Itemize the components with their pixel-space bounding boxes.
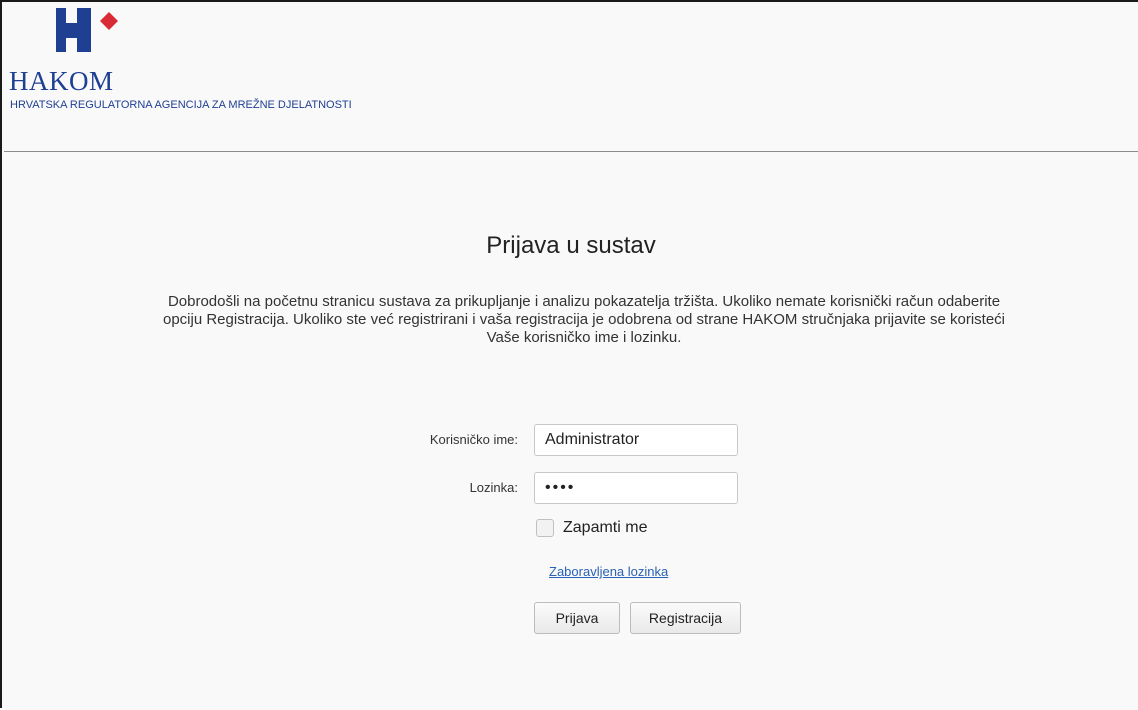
welcome-text: Dobrodošli na početnu stranicu sustava z… [64, 293, 1104, 347]
welcome-line-2: opciju Registracija. Ukoliko ste već reg… [162, 311, 1005, 328]
agency-name: HRVATSKA REGULATORNA AGENCIJA ZA MREŽNE … [10, 99, 352, 111]
forgot-password-link[interactable]: Zaboravljena lozinka [549, 564, 668, 580]
hakom-logo-icon [56, 8, 118, 52]
welcome-line-1: Dobrodošli na početnu stranicu sustava z… [167, 293, 1001, 310]
page-title: Prijava u sustav [486, 232, 656, 259]
remember-me-label[interactable]: Zapamti me [563, 519, 647, 537]
logo-name: HAKOM [9, 66, 114, 96]
login-panel: Prijava u sustav Dobrodošli na početnu s… [4, 152, 1138, 710]
login-button[interactable]: Prijava [534, 602, 620, 634]
page-header: HAKOM HRVATSKA REGULATORNA AGENCIJA ZA M… [4, 4, 1138, 151]
password-label: Lozinka: [469, 480, 518, 495]
register-button[interactable]: Registracija [630, 602, 741, 634]
password-input[interactable] [534, 472, 738, 504]
username-input[interactable] [534, 424, 738, 456]
remember-me-checkbox[interactable] [536, 519, 554, 537]
username-label: Korisničko ime: [429, 432, 518, 447]
app-window: HAKOM HRVATSKA REGULATORNA AGENCIJA ZA M… [0, 0, 1138, 710]
welcome-line-3: Vaše korisničko ime i lozinku. [486, 329, 682, 346]
